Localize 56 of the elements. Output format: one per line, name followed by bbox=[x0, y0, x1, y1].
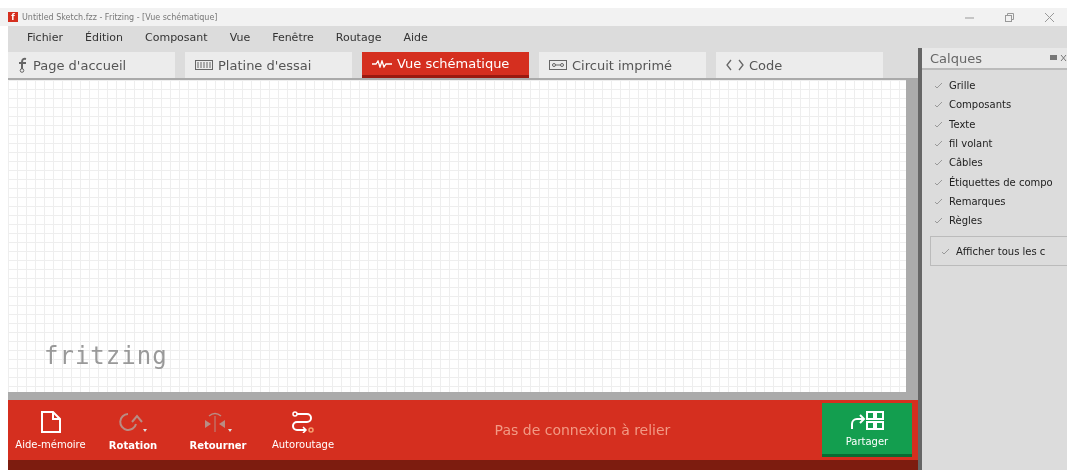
scroll-bar[interactable] bbox=[906, 80, 918, 392]
layer-label: fil volant bbox=[949, 138, 993, 150]
menu-item[interactable]: Fichier bbox=[27, 30, 63, 44]
layer-label: Grille bbox=[949, 80, 976, 92]
checkbox[interactable] bbox=[934, 82, 943, 90]
menu-item[interactable]: Composant bbox=[145, 30, 208, 44]
share-icon bbox=[850, 410, 884, 431]
scroll-bar[interactable] bbox=[8, 392, 918, 400]
layer-label: Câbles bbox=[949, 157, 983, 169]
route-icon bbox=[291, 410, 315, 433]
tab-label: Page d'accueil bbox=[33, 57, 127, 73]
close-icon[interactable] bbox=[1044, 12, 1054, 22]
checkbox[interactable] bbox=[941, 247, 950, 255]
checkbox[interactable] bbox=[934, 159, 943, 167]
tab-label: Code bbox=[749, 57, 783, 73]
restore-icon[interactable] bbox=[1004, 12, 1014, 22]
share-button[interactable]: Partager bbox=[822, 403, 912, 457]
fritzing-icon bbox=[18, 57, 28, 73]
tab-label: Circuit imprimé bbox=[572, 57, 673, 73]
routing-status: Pas de connexion à relier bbox=[493, 422, 672, 438]
tab-label: Vue schématique bbox=[397, 56, 510, 71]
code-icon bbox=[726, 59, 744, 71]
window-title: Untitled Sketch.fzz - Fritzing - [Vue schématique] bbox=[22, 12, 219, 22]
view-tab[interactable]: Circuit imprimé bbox=[539, 52, 706, 78]
layer-label: Règles bbox=[949, 215, 983, 227]
menu-item[interactable]: Vue bbox=[229, 30, 251, 44]
checkbox[interactable] bbox=[934, 217, 943, 225]
layer-label: Composants bbox=[949, 99, 1012, 111]
breadboard-icon bbox=[195, 60, 213, 70]
layer-label: Remarques bbox=[949, 195, 1006, 207]
checkbox[interactable] bbox=[934, 178, 943, 186]
checkbox[interactable] bbox=[934, 101, 943, 109]
menu-item[interactable]: Routage bbox=[335, 30, 382, 44]
checkbox[interactable] bbox=[934, 120, 943, 128]
menu-item[interactable]: Fenêtre bbox=[272, 30, 314, 44]
view-tab[interactable]: Page d'accueil bbox=[8, 52, 175, 78]
tool-button[interactable]: Aide-mémoire bbox=[8, 400, 93, 460]
panel-title: Calques bbox=[930, 50, 982, 66]
layer-label: Texte bbox=[949, 118, 976, 130]
tab-label: Platine d'essai bbox=[218, 57, 312, 73]
tool-button[interactable]: Autoroutage bbox=[263, 400, 343, 460]
menu-item[interactable]: Édition bbox=[84, 30, 123, 44]
fritzing-logo: fritzing bbox=[44, 342, 168, 370]
view-tab[interactable]: Platine d'essai bbox=[185, 52, 352, 78]
view-tab[interactable]: Code bbox=[716, 52, 883, 78]
float-icon[interactable] bbox=[1049, 54, 1067, 62]
layer-label: Étiquettes de compo bbox=[949, 176, 1053, 188]
checkbox[interactable] bbox=[934, 197, 943, 205]
app-logo: f bbox=[8, 12, 18, 22]
note-icon bbox=[40, 410, 61, 433]
view-tab[interactable]: Vue schématique bbox=[362, 52, 529, 78]
checkbox[interactable] bbox=[934, 140, 943, 148]
menu-item[interactable]: Aide bbox=[403, 30, 428, 44]
resistor-icon bbox=[372, 59, 392, 68]
layer-label: Afficher tous les c bbox=[956, 245, 1046, 257]
pcb-icon bbox=[549, 60, 567, 70]
